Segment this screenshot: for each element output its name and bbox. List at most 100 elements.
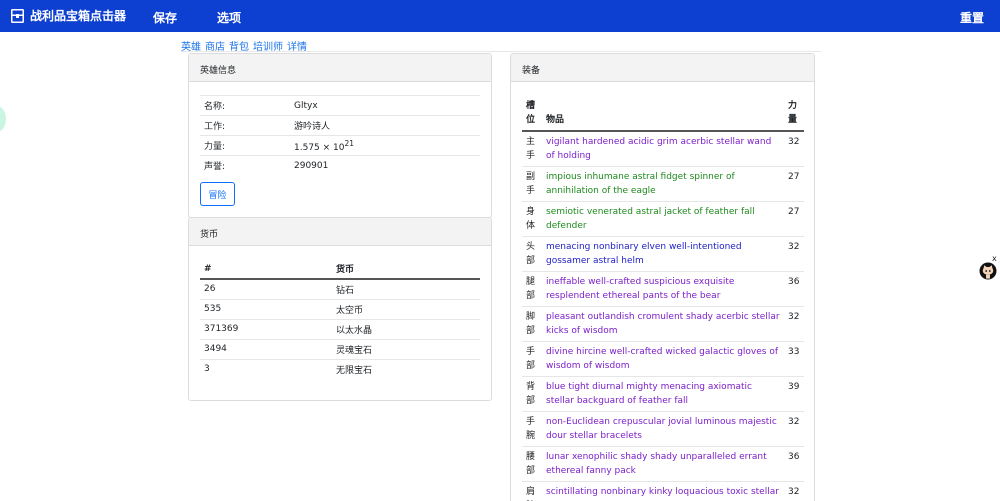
hero-job-value: 游吟诗人	[290, 115, 480, 136]
equipment-item-link[interactable]: vigilant hardened acidic grim acerbic st…	[542, 130, 784, 167]
hero-name-row: 名称: Gltyx	[200, 95, 480, 116]
equipment-item-link[interactable]: non-Euclidean crepuscular jovial luminou…	[542, 411, 784, 447]
equipment-strength: 36	[784, 271, 804, 307]
currency-row: 3494 灵魂宝石	[200, 338, 480, 359]
equipment-item-link[interactable]: lunar xenophilic shady shady unparallele…	[542, 446, 784, 482]
currency-count: 535	[200, 298, 332, 319]
decorative-circle	[0, 106, 6, 132]
equipment-strength: 33	[784, 341, 804, 377]
equipment-item-link[interactable]: blue tight diurnal mighty menacing axiom…	[542, 376, 784, 412]
equipment-card: 装备 槽位 物品 力量 主手 vigilant hardened acidic …	[510, 53, 815, 501]
equipment-strength: 36	[784, 446, 804, 482]
hero-job-label: 工作:	[200, 115, 290, 136]
equipment-item-link[interactable]: impious inhumane astral fidget spinner o…	[542, 166, 784, 202]
subnav-hero-link[interactable]: 英雄	[181, 38, 201, 53]
equipment-item-link[interactable]: pleasant outlandish cromulent shady acer…	[542, 306, 784, 342]
currency-name: 无限宝石	[332, 358, 480, 379]
equipment-row: 手部 divine hircine well-crafted wicked ga…	[522, 341, 804, 377]
equipment-strength: 32	[784, 236, 804, 272]
equipment-slot: 手部	[522, 341, 542, 377]
currency-count: 26	[200, 278, 332, 299]
currency-count: 3494	[200, 338, 332, 359]
currency-row: 3 无限宝石	[200, 358, 480, 379]
hero-reputation-value: 290901	[290, 155, 480, 176]
navbar: 战利品宝箱点击器 保存 选项 重置	[0, 0, 1000, 32]
hero-info-table: 名称: Gltyx 工作: 游吟诗人 力量: 1.575 × 1021 声誉: …	[200, 95, 480, 176]
equipment-item-link[interactable]: scintillating nonbinary kinky loquacious…	[542, 481, 784, 501]
treasure-chest-icon	[11, 8, 24, 23]
equipment-strength: 39	[784, 376, 804, 412]
currency-name: 太空币	[332, 298, 480, 319]
options-button[interactable]: 选项	[217, 9, 241, 26]
equipment-slot: 主手	[522, 130, 542, 167]
currency-row: 26 钻石	[200, 278, 480, 299]
equipment-strength: 27	[784, 166, 804, 202]
hero-reputation-row: 声誉: 290901	[200, 155, 480, 176]
equipment-item-link[interactable]: ineffable well-crafted suspicious exquis…	[542, 271, 784, 307]
equipment-table: 槽位 物品 力量 主手 vigilant hardened acidic gri…	[522, 95, 804, 501]
equipment-row: 腿部 ineffable well-crafted suspicious exq…	[522, 271, 804, 307]
subnav-details-link[interactable]: 详情	[287, 38, 307, 53]
currency-card: 货币 # 货币 26 钻石 535 太空币 371369 以太水晶 3494 灵魂宝石 …	[188, 217, 492, 401]
equipment-slot: 肩膀	[522, 481, 542, 501]
equipment-row: 背部 blue tight diurnal mighty menacing ax…	[522, 376, 804, 412]
hero-job-row: 工作: 游吟诗人	[200, 115, 480, 136]
subnav-backpack-link[interactable]: 背包	[229, 38, 249, 53]
item-column-header: 物品	[542, 95, 784, 132]
currency-header-row: # 货币	[200, 259, 480, 280]
currency-count-column-header: #	[200, 259, 332, 280]
reset-button[interactable]: 重置	[960, 9, 984, 26]
save-button[interactable]: 保存	[153, 9, 177, 26]
currency-row: 371369 以太水晶	[200, 318, 480, 339]
currency-count: 3	[200, 358, 332, 379]
equipment-row: 手腕 non-Euclidean crepuscular jovial lumi…	[522, 411, 804, 447]
brand-label: 战利品宝箱点击器	[30, 9, 127, 23]
equipment-row: 脚部 pleasant outlandish cromulent shady a…	[522, 306, 804, 342]
strength-exponent: 21	[344, 138, 355, 148]
equipment-row: 身体 semiotic venerated astral jacket of f…	[522, 201, 804, 237]
currency-name-column-header: 货币	[332, 259, 480, 280]
currency-row: 535 太空币	[200, 298, 480, 319]
strength-base: 1.575 × 10	[294, 142, 345, 153]
hero-name-label: 名称:	[200, 95, 290, 116]
equipment-slot: 头部	[522, 236, 542, 272]
equipment-row: 肩膀 scintillating nonbinary kinky loquaci…	[522, 481, 804, 501]
equipment-row: 主手 vigilant hardened acidic grim acerbic…	[522, 130, 804, 167]
strength-column-header: 力量	[784, 95, 804, 132]
hero-name-value: Gltyx	[290, 95, 480, 116]
currency-name: 以太水晶	[332, 318, 480, 339]
equipment-strength: 32	[784, 411, 804, 447]
sub-navigation: 英雄 商店 背包 培训师 详情	[181, 38, 821, 53]
equipment-slot: 身体	[522, 201, 542, 237]
equipment-strength: 27	[784, 201, 804, 237]
hero-info-card: 英雄信息 名称: Gltyx 工作: 游吟诗人 力量: 1.575 × 1021…	[188, 53, 492, 218]
equipment-header: 装备	[511, 54, 814, 82]
equipment-item-link[interactable]: semiotic venerated astral jacket of feat…	[542, 201, 784, 237]
hero-info-header: 英雄信息	[189, 54, 491, 82]
equipment-slot: 手腕	[522, 411, 542, 447]
equipment-strength: 32	[784, 481, 804, 501]
equipment-header-row: 槽位 物品 力量	[522, 95, 804, 132]
subnav-trainer-link[interactable]: 培训师	[253, 38, 283, 53]
github-octocat-icon[interactable]	[979, 262, 997, 280]
hero-strength-label: 力量:	[200, 135, 290, 156]
hero-reputation-label: 声誉:	[200, 155, 290, 176]
equipment-item-link[interactable]: menacing nonbinary elven well-intentione…	[542, 236, 784, 272]
currency-name: 灵魂宝石	[332, 338, 480, 359]
equipment-strength: 32	[784, 306, 804, 342]
equipment-row: 腰部 lunar xenophilic shady shady unparall…	[522, 446, 804, 482]
equipment-row: 副手 impious inhumane astral fidget spinne…	[522, 166, 804, 202]
equipment-slot: 腿部	[522, 271, 542, 307]
adventure-button[interactable]: 冒险	[200, 182, 235, 206]
currency-name: 钻石	[332, 278, 480, 299]
slot-column-header: 槽位	[522, 95, 542, 132]
brand[interactable]: 战利品宝箱点击器	[10, 7, 126, 24]
equipment-slot: 脚部	[522, 306, 542, 342]
equipment-slot: 腰部	[522, 446, 542, 482]
equipment-row: 头部 menacing nonbinary elven well-intenti…	[522, 236, 804, 272]
equipment-slot: 背部	[522, 376, 542, 412]
subnav-shop-link[interactable]: 商店	[205, 38, 225, 53]
currency-header: 货币	[189, 218, 491, 246]
equipment-item-link[interactable]: divine hircine well-crafted wicked galac…	[542, 341, 784, 377]
hero-strength-row: 力量: 1.575 × 1021	[200, 135, 480, 156]
